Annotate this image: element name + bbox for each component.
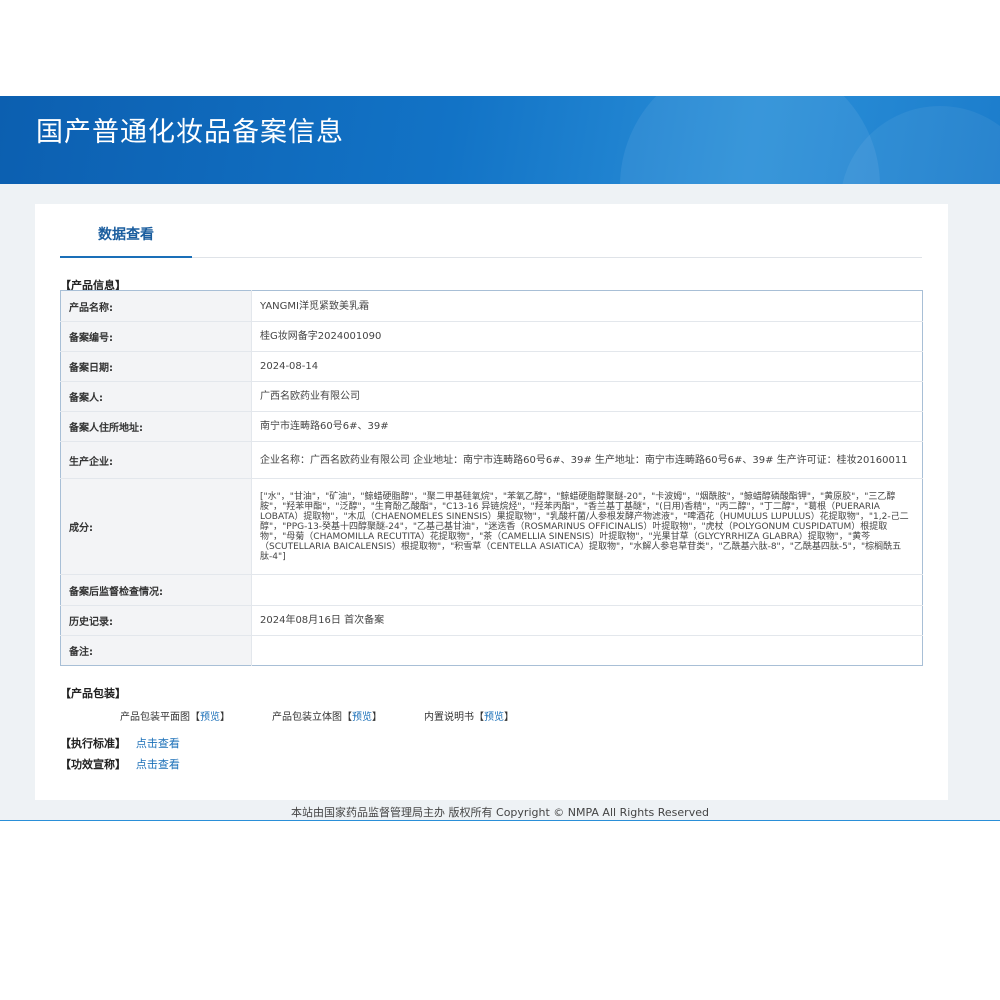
manual-label: 内置说明书: [424, 712, 474, 723]
table-row: 备案日期: 2024-08-14: [60, 351, 923, 382]
row-value: YANGMI洋觅紧致美乳霜: [260, 300, 369, 312]
content-card: 数据查看 【产品信息】 产品名称: YANGMI洋觅紧致美乳霜 备案编号: 桂G…: [35, 204, 948, 800]
package-flat-item: 产品包装平面图【预览】: [120, 712, 230, 723]
manual-item: 内置说明书【预览】: [424, 712, 514, 723]
page-title: 国产普通化妆品备案信息: [36, 117, 344, 148]
row-label: 备案后监督检查情况:: [60, 574, 252, 606]
packaging-heading: 【产品包装】: [60, 687, 126, 700]
package-3d-label: 产品包装立体图: [272, 712, 342, 723]
package-3d-preview-link[interactable]: 预览: [352, 712, 372, 723]
row-value: 桂G妆网备字2024001090: [251, 321, 923, 352]
header-banner: 国产普通化妆品备案信息: [0, 96, 1000, 184]
row-label: 历史记录:: [60, 605, 252, 636]
standard-view-link[interactable]: 点击查看: [136, 737, 180, 750]
row-value: 企业名称：广西名欧药业有限公司 企业地址：南宁市连畴路60号6#、39# 生产地…: [251, 441, 923, 479]
package-flat-preview-link[interactable]: 预览: [200, 712, 220, 723]
row-value: 2024-08-14: [251, 351, 923, 382]
tab-data-view[interactable]: 数据查看: [60, 204, 192, 258]
banner-decoration: [620, 96, 880, 184]
table-row: 成分: ["水"，"甘油"，"矿油"，"鲸蜡硬脂醇"，"聚二甲基硅氧烷"，"苯氧…: [60, 478, 923, 575]
row-label: 备案编号:: [60, 321, 252, 352]
table-row: 备案编号: 桂G妆网备字2024001090: [60, 321, 923, 352]
row-value: 广西名欧药业有限公司: [251, 381, 923, 412]
row-label: 成分:: [60, 478, 252, 575]
package-3d-item: 产品包装立体图【预览】: [272, 712, 382, 723]
row-label: 产品名称:: [60, 290, 252, 322]
standard-heading: 【执行标准】: [60, 737, 126, 750]
row-value: [251, 574, 923, 606]
efficacy-view-link[interactable]: 点击查看: [136, 758, 180, 771]
row-value: [251, 635, 923, 666]
row-label: 备案人住所地址:: [60, 411, 252, 442]
row-label: 生产企业:: [60, 441, 252, 479]
tab-bar: 数据查看: [60, 204, 922, 258]
ingredients-list: ["水"，"甘油"，"矿油"，"鲸蜡硬脂醇"，"聚二甲基硅氧烷"，"苯氧乙醇"，…: [251, 478, 923, 575]
table-row: 产品名称: YANGMI洋觅紧致美乳霜: [60, 290, 923, 322]
row-value: 南宁市连畴路60号6#、39#: [251, 411, 923, 442]
efficacy-row: 【功效宣称】 点击查看: [60, 756, 180, 772]
package-flat-label: 产品包装平面图: [120, 712, 190, 723]
row-label: 备注:: [60, 635, 252, 666]
table-row: 历史记录: 2024年08月16日 首次备案: [60, 605, 923, 636]
efficacy-heading: 【功效宣称】: [60, 758, 126, 771]
table-row: 备注:: [60, 635, 923, 666]
row-value: 2024年08月16日 首次备案: [251, 605, 923, 636]
product-info-table: 产品名称: YANGMI洋觅紧致美乳霜 备案编号: 桂G妆网备字20240010…: [60, 290, 923, 666]
standard-row: 【执行标准】 点击查看: [60, 735, 180, 751]
table-row: 备案后监督检查情况:: [60, 574, 923, 606]
row-label: 备案人:: [60, 381, 252, 412]
manual-preview-link[interactable]: 预览: [484, 712, 504, 723]
table-row: 生产企业: 企业名称：广西名欧药业有限公司 企业地址：南宁市连畴路60号6#、3…: [60, 441, 923, 479]
table-row: 备案人住所地址: 南宁市连畴路60号6#、39#: [60, 411, 923, 442]
footer-copyright: 本站由国家药品监督管理局主办 版权所有 Copyright © NMPA All…: [291, 806, 709, 819]
table-row: 备案人: 广西名欧药业有限公司: [60, 381, 923, 412]
banner-decoration: [840, 106, 1000, 184]
row-label: 备案日期:: [60, 351, 252, 382]
